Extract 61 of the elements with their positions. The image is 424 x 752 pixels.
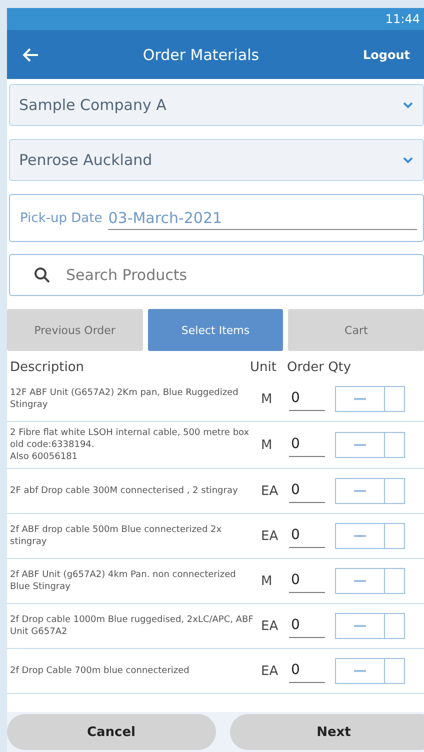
increment-button[interactable]	[385, 432, 405, 458]
unit-cell-text: M	[260, 438, 274, 453]
search-input[interactable]: Search Products	[64, 265, 413, 285]
unit-cell-text: EA	[260, 618, 280, 634]
product-description: 2f Drop Cable 700m blue connecterized	[10, 665, 190, 678]
search-field[interactable]: Search Products	[9, 254, 424, 296]
quantity-field[interactable]: 0	[289, 480, 325, 503]
page-title: Order Materials	[142, 46, 260, 64]
quantity-field[interactable]: 0	[289, 388, 325, 410]
decrement-button[interactable]	[335, 523, 385, 550]
chevron-down-icon	[403, 102, 413, 108]
status-time: 11:44	[385, 12, 420, 26]
unit-cell-text: M	[260, 392, 274, 406]
dropdown-select[interactable]: Penrose Auckland	[9, 139, 424, 181]
search-icon	[34, 267, 50, 283]
decrement-button[interactable]	[335, 568, 385, 594]
decrement-button[interactable]	[335, 432, 385, 458]
logout-button[interactable]: Logout	[362, 48, 410, 62]
decrement-button[interactable]	[335, 658, 385, 684]
minus-icon	[354, 444, 366, 446]
product-description: 2F abf Drop cable 300M connecterised , 2 stingray	[10, 485, 239, 498]
unit-cell-text: EA	[260, 528, 280, 544]
increment-button[interactable]	[385, 613, 405, 640]
quantity-field[interactable]: 0	[289, 570, 325, 593]
quantity-field[interactable]: 0	[289, 660, 325, 683]
decrement-button[interactable]	[335, 478, 385, 504]
quantity-field[interactable]: 0	[289, 434, 325, 457]
increment-button[interactable]	[385, 658, 405, 684]
minus-icon	[354, 670, 366, 672]
decrement-button[interactable]	[335, 613, 385, 640]
minus-icon	[354, 490, 366, 492]
increment-button[interactable]	[385, 523, 405, 550]
minus-icon	[354, 580, 366, 582]
increment-button[interactable]	[385, 386, 405, 412]
product-description: 12F ABF Unit (G657A2) 2Km pan, Blue Ruggedized Stingray	[10, 386, 240, 412]
minus-icon	[354, 625, 366, 628]
unit-cell-text: EA	[260, 664, 280, 679]
tab[interactable]: Cart	[288, 309, 424, 351]
product-description: 2f ABF drop cable 500m Blue connecterized 2x stingray	[10, 524, 223, 550]
footer-button[interactable]: Cancel	[7, 714, 216, 750]
quantity-field[interactable]: 0	[289, 524, 325, 548]
product-description: 2f ABF Unit (g657A2) 4km Pan. non connecterized Blue Stingray	[10, 569, 237, 594]
product-description: 2f Drop cable 1000m Blue ruggedised, 2xLC/APC, ABF Unit G657A2	[10, 614, 254, 640]
minus-icon	[354, 535, 366, 538]
product-description: 2 Fibre flat white LSOH internal cable, 500 metre box old code:6338194. Also 60056181	[10, 427, 250, 464]
unit-cell-text: M	[260, 574, 274, 589]
dropdown-select[interactable]: Sample Company A	[9, 84, 424, 126]
decrement-button[interactable]	[335, 386, 385, 412]
increment-button[interactable]	[385, 478, 405, 504]
footer-button[interactable]: Next	[230, 714, 424, 750]
column-header: Order Qty	[287, 360, 352, 375]
quantity-field[interactable]: 0	[289, 614, 325, 638]
minus-icon	[354, 398, 366, 400]
column-header: Unit	[250, 360, 278, 375]
increment-button[interactable]	[385, 568, 405, 594]
back-arrow-icon[interactable]	[23, 48, 39, 62]
tab[interactable]: Previous Order	[7, 309, 143, 351]
date-label: Pick-up Date	[20, 210, 102, 226]
unit-cell-text: EA	[260, 484, 280, 499]
chevron-down-icon	[403, 156, 413, 164]
column-header: Description	[10, 360, 86, 375]
